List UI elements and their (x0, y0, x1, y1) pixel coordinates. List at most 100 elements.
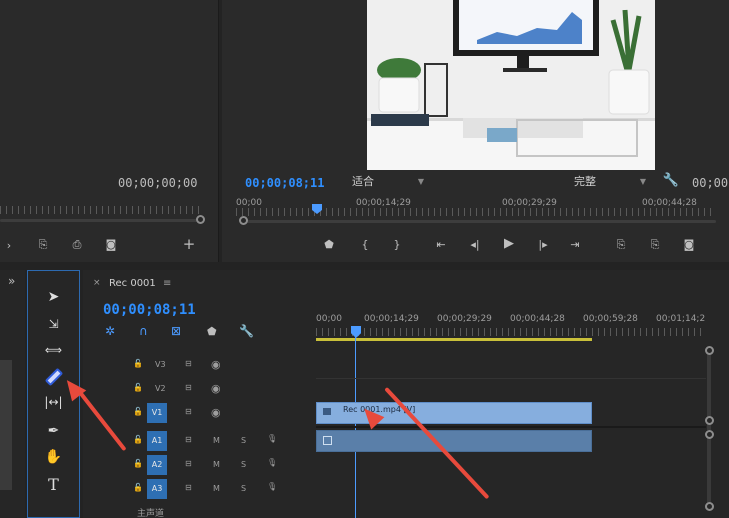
eye-icon[interactable]: ◉ (211, 382, 221, 395)
wrench-icon[interactable]: 🔧 (239, 324, 254, 338)
snap-icon[interactable]: ∩ (139, 324, 148, 338)
solo-button[interactable]: S (241, 460, 246, 469)
type-tool-icon[interactable]: T (28, 475, 79, 494)
mic-icon[interactable]: 🎙 (267, 458, 277, 467)
sync-icon[interactable]: ⊟ (185, 407, 192, 416)
sync-icon[interactable]: ⊟ (185, 435, 192, 444)
audio-clip[interactable] (316, 430, 592, 452)
timeline-ruler-tick: 00;01;14;2 (656, 314, 706, 324)
track-label: V3 (155, 360, 166, 369)
timeline-ruler-tick: 00;00;59;28 (583, 314, 638, 324)
mute-button[interactable]: M (213, 460, 220, 469)
eye-icon[interactable]: ◉ (211, 358, 221, 371)
program-scroll-knob[interactable] (239, 216, 248, 225)
project-scroll[interactable] (0, 360, 12, 490)
go-to-out-icon[interactable]: ⇥ (566, 239, 584, 251)
timeline-timecode[interactable]: 00;00;08;11 (103, 302, 196, 318)
timeline-panel: × Rec 0001 ≡ 00;00;08;11 ✲ ∩ ⊠ ⬟ 🔧 00;00… (83, 270, 729, 518)
vscroll-knob[interactable] (705, 346, 714, 355)
lock-icon[interactable]: 🔓 (133, 459, 143, 468)
extract-icon[interactable]: ⎘ (644, 239, 666, 251)
linked-selection-icon[interactable]: ⊠ (171, 324, 181, 338)
track-select-tool-icon[interactable]: ⇲ (28, 317, 79, 331)
office-scene-image (367, 0, 655, 170)
mark-in-icon[interactable]: { (356, 239, 374, 251)
track-target[interactable]: A2 (147, 455, 167, 475)
hand-tool-icon[interactable]: ✋ (28, 449, 79, 465)
timeline-ruler-tick: 00;00;44;28 (510, 314, 565, 324)
go-to-in-icon[interactable]: ⇤ (432, 239, 450, 251)
timeline-ruler-tick: 00;00 (316, 314, 342, 324)
ripple-edit-tool-icon[interactable]: ⟺ (28, 343, 79, 357)
sync-icon[interactable]: ⊟ (185, 359, 192, 368)
video-clip[interactable]: Rec 0001.mp4 [V] (316, 402, 592, 424)
sync-icon[interactable]: ⊟ (185, 483, 192, 492)
close-icon[interactable]: × (93, 278, 101, 288)
vscroll-knob[interactable] (705, 502, 714, 511)
program-scrollbar[interactable] (246, 220, 716, 223)
lock-icon[interactable]: 🔓 (133, 435, 143, 444)
nest-icon[interactable]: ✲ (105, 324, 115, 338)
step-forward-icon[interactable]: |▸ (534, 239, 552, 251)
fx-badge-icon (323, 436, 332, 445)
mic-icon[interactable]: 🎙 (267, 482, 277, 491)
source-scrollbar[interactable] (0, 219, 200, 222)
track-label: V2 (155, 384, 166, 393)
sync-icon[interactable]: ⊟ (185, 459, 192, 468)
lock-icon[interactable]: 🔓 (133, 483, 143, 492)
mute-button[interactable]: M (213, 484, 220, 493)
mark-out-icon[interactable]: } (388, 239, 406, 251)
wrench-icon[interactable]: 🔧 (662, 174, 680, 187)
source-ruler[interactable] (0, 206, 200, 214)
program-ruler-tick: 00;00 (236, 198, 262, 208)
timeline-playhead[interactable] (351, 326, 361, 338)
video-track-row: 🔓 V2 ⊟ ◉ (83, 378, 316, 402)
source-scroll-knob[interactable] (196, 215, 205, 224)
work-area-bar[interactable] (316, 338, 592, 341)
audio-vscroll[interactable] (707, 436, 711, 510)
overwrite-icon[interactable]: ⎙ (66, 239, 88, 251)
program-timecode[interactable]: 00;00;08;11 (245, 176, 324, 190)
mute-button[interactable]: M (213, 436, 220, 445)
vscroll-knob[interactable] (705, 416, 714, 425)
panel-menu-chevron[interactable]: » (8, 274, 15, 288)
quality-select[interactable]: 完整 ▼ (570, 175, 650, 189)
eye-icon[interactable]: ◉ (211, 406, 221, 419)
timeline-ruler[interactable] (316, 328, 706, 336)
solo-button[interactable]: S (241, 484, 246, 493)
lock-icon[interactable]: 🔓 (133, 383, 143, 392)
video-track-row: 🔓 V3 ⊟ ◉ (83, 354, 316, 378)
marker-icon[interactable]: ⬟ (320, 239, 338, 251)
add-marker-icon[interactable]: ⬟ (207, 325, 217, 338)
step-back-icon[interactable]: ◂| (466, 239, 484, 251)
sequence-tab[interactable]: Rec 0001 (109, 278, 156, 289)
add-button-icon[interactable]: + (180, 237, 198, 252)
audio-track-row: 🔓 A2 ⊟ M S 🎙 (83, 454, 316, 478)
mic-icon[interactable]: 🎙 (267, 434, 277, 443)
lift-icon[interactable]: ⎘ (610, 239, 632, 251)
timeline-ruler-tick: 00;00;14;29 (364, 314, 419, 324)
program-ruler[interactable] (236, 208, 716, 216)
program-preview-image (367, 0, 655, 170)
play-icon[interactable]: ▶ (500, 237, 518, 250)
insert-icon[interactable]: ⎘ (32, 239, 54, 251)
camera-icon[interactable]: ◙ (102, 239, 120, 251)
track-target[interactable]: A1 (147, 431, 167, 451)
menu-icon[interactable]: ≡ (163, 278, 171, 289)
source-timecode[interactable]: 00;00;00;00 (118, 176, 197, 190)
selection-tool-icon[interactable]: ➤ (28, 289, 79, 305)
solo-button[interactable]: S (241, 436, 246, 445)
export-frame-icon[interactable]: ◙ (680, 239, 698, 251)
sync-icon[interactable]: ⊟ (185, 383, 192, 392)
track-target[interactable]: A3 (147, 479, 167, 499)
lock-icon[interactable]: 🔓 (133, 407, 143, 416)
vscroll-knob[interactable] (705, 430, 714, 439)
master-track-label: 主声道 (137, 509, 165, 518)
fit-select[interactable]: 适合 ▼ (348, 175, 428, 189)
chevron-down-icon: ▼ (417, 177, 424, 186)
track-target[interactable]: V1 (147, 403, 167, 423)
chevron-down-icon: ▼ (639, 177, 646, 186)
step-forward-icon[interactable]: › (0, 240, 18, 252)
lock-icon[interactable]: 🔓 (133, 359, 143, 368)
pen-tool-icon[interactable]: ✒ (28, 423, 79, 439)
